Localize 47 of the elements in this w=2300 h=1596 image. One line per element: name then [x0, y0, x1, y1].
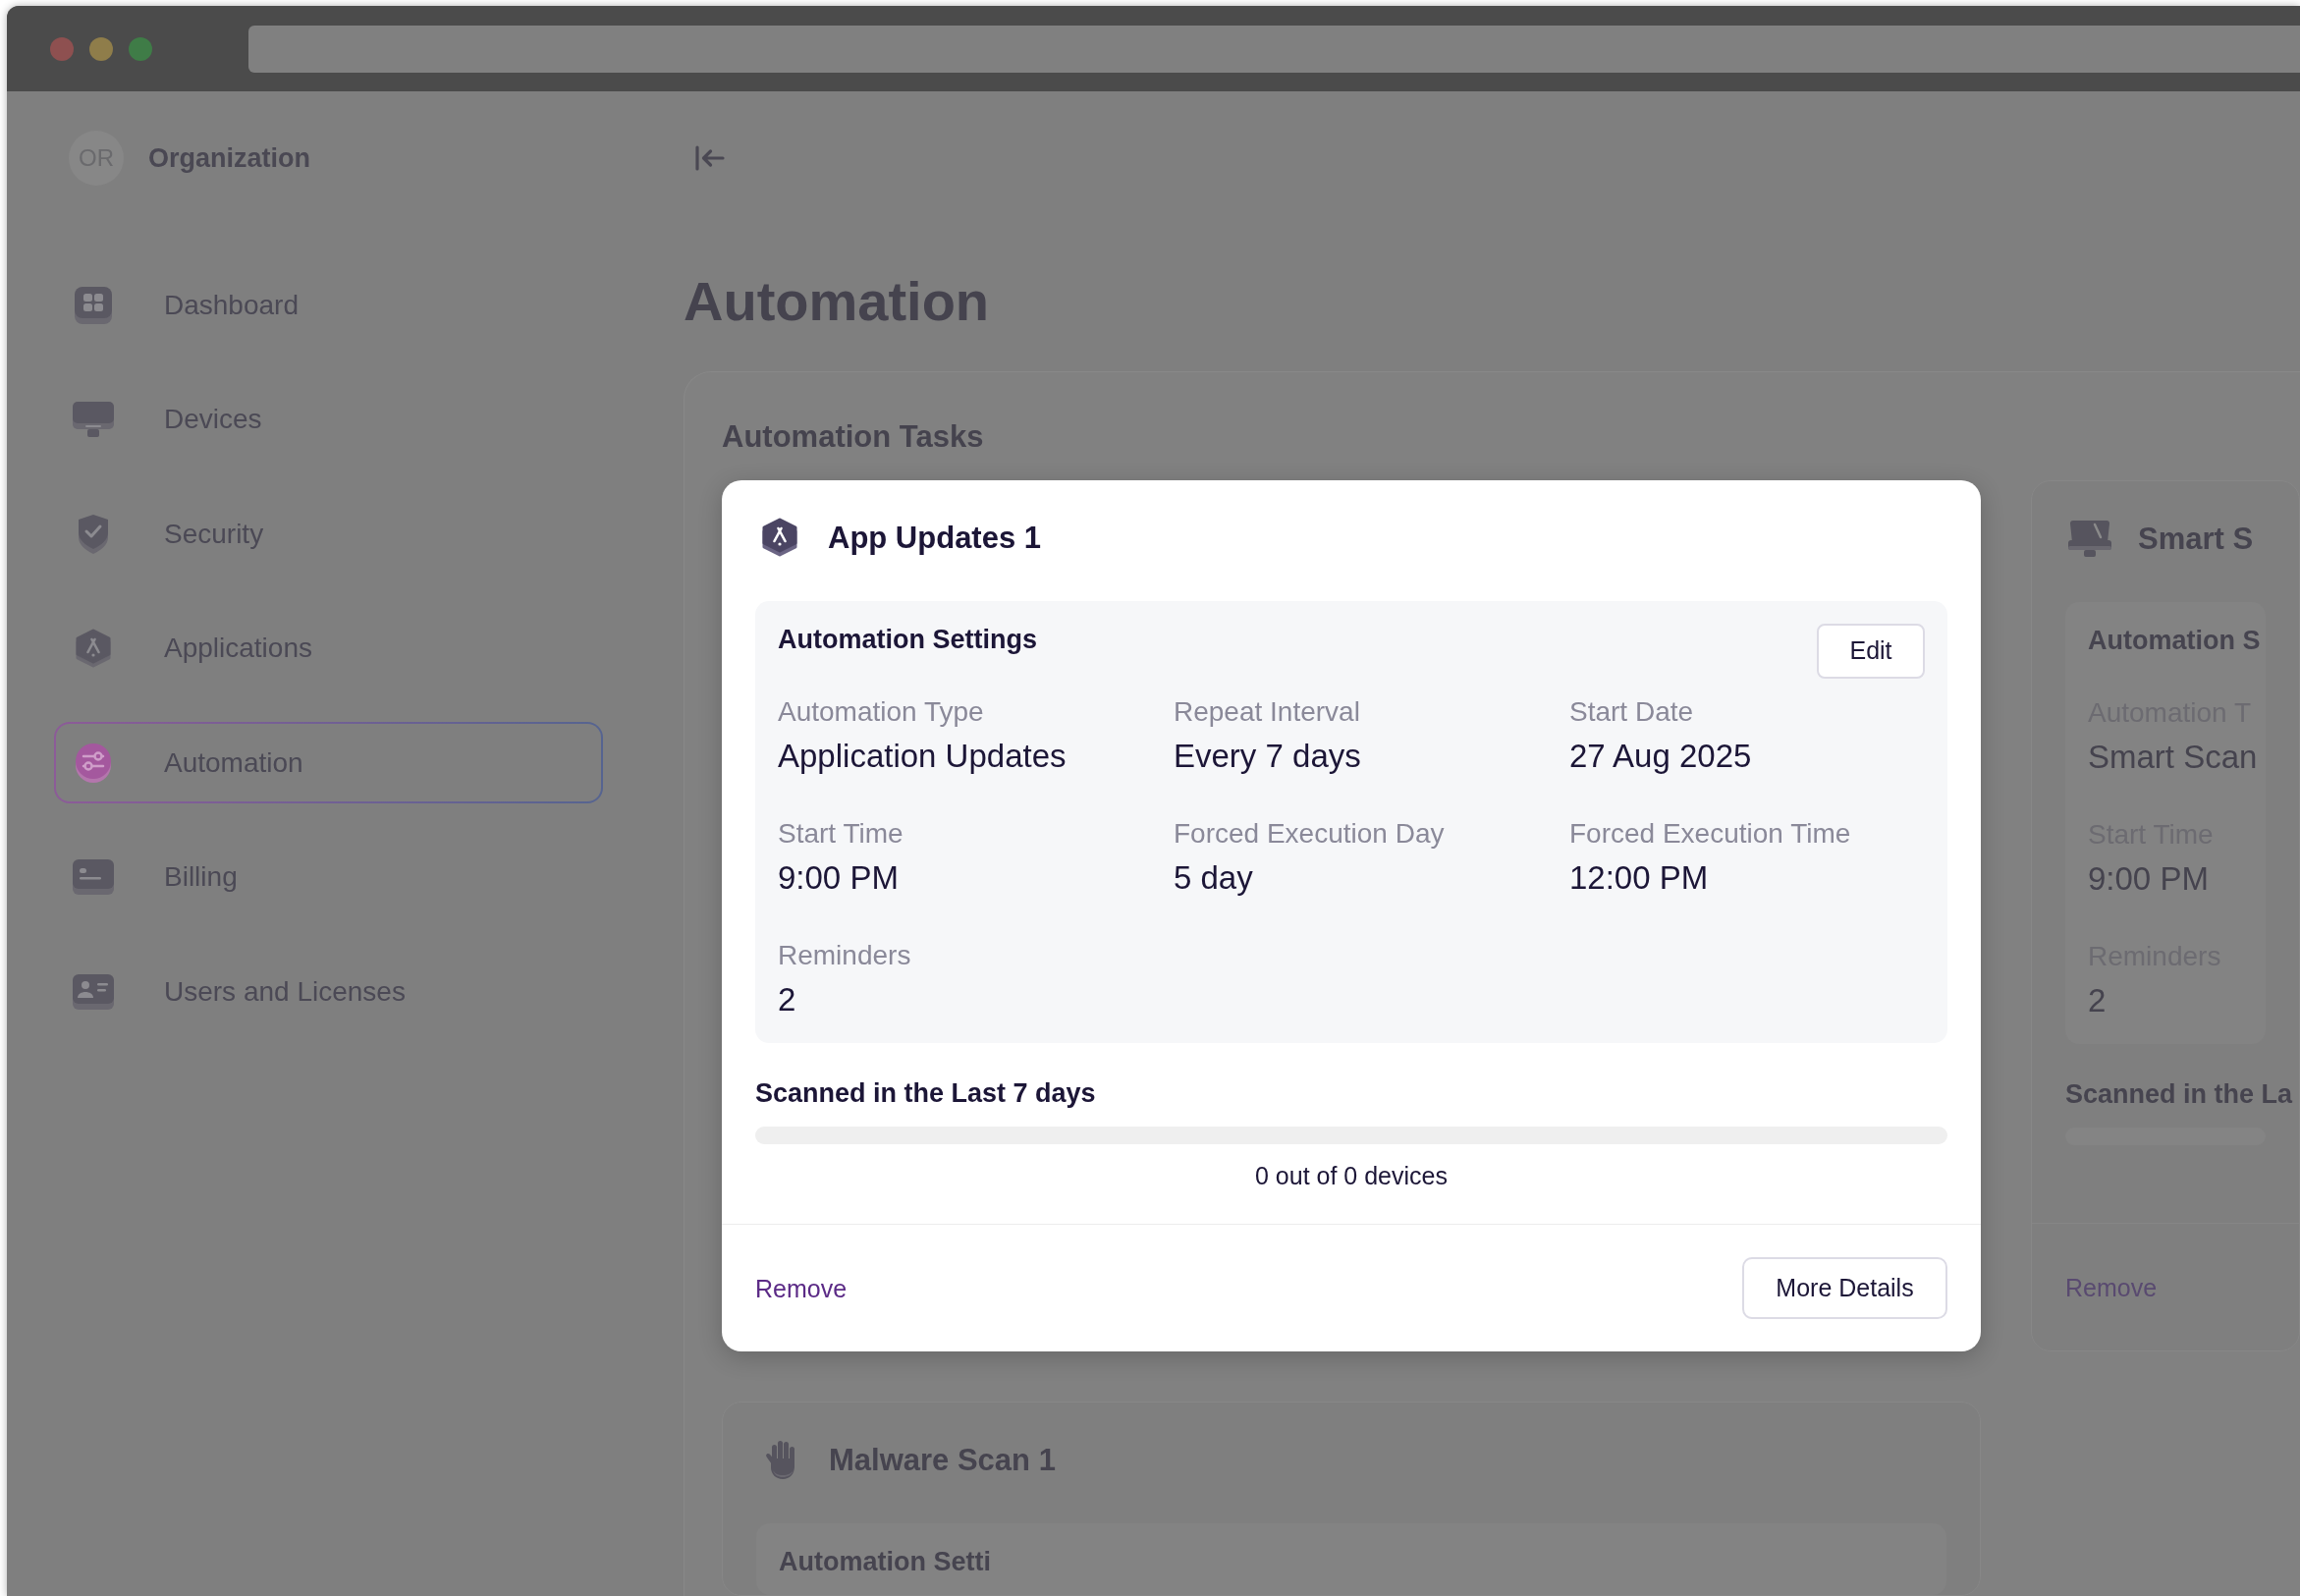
collapse-sidebar-icon[interactable] [695, 145, 725, 171]
field-value: 2 [778, 979, 796, 1019]
card-icon [73, 859, 114, 895]
task-title: Smart S [2138, 520, 2254, 557]
scan-title: Scanned in the Last 7 days [755, 1076, 1096, 1109]
field-value: 12:00 PM [1569, 857, 1709, 898]
hand-icon [764, 1440, 797, 1480]
sliders-icon [74, 743, 113, 783]
field-value: Every 7 days [1174, 736, 1361, 776]
monitor-icon [73, 402, 114, 437]
edit-button[interactable]: Edit [1817, 624, 1925, 679]
field-value: 9:00 PM [778, 857, 899, 898]
field-value: Smart Scan [2088, 737, 2258, 777]
id-card-icon [73, 973, 114, 1010]
settings-title: Automation Settings [778, 624, 1037, 655]
field-value: 5 day [1174, 857, 1253, 898]
section-heading: Automation Tasks [722, 418, 985, 455]
field-value: 27 Aug 2025 [1569, 736, 1752, 776]
device-count: 0 out of 0 devices [1255, 1161, 1448, 1191]
field-label: Start Date [1569, 694, 1694, 729]
field-label: Forced Execution Day [1174, 816, 1445, 851]
page-title: Automation [684, 268, 991, 334]
field-label: Start Time [778, 816, 904, 851]
remove-link[interactable]: Remove [755, 1273, 848, 1303]
org-name: Organization [148, 141, 310, 175]
shield-check-icon [77, 514, 110, 554]
settings-title: Automation Setti [779, 1546, 991, 1578]
task-title: Malware Scan 1 [829, 1441, 1056, 1478]
minimize-icon[interactable] [89, 36, 113, 61]
field-value: 2 [2088, 980, 2107, 1020]
field-label: Automation Type [778, 694, 984, 729]
field-value: 9:00 PM [2088, 858, 2209, 899]
field-label: Forced Execution Time [1569, 816, 1851, 851]
grid-icon [74, 286, 113, 324]
settings-title: Automation S [2088, 625, 2261, 656]
field-label: Reminders [778, 938, 911, 972]
close-icon[interactable] [50, 36, 74, 61]
field-value: Application Updates [778, 736, 1067, 776]
scan-title: Scanned in the La [2065, 1077, 2293, 1110]
more-details-button[interactable]: More Details [1742, 1257, 1947, 1320]
field-label: Repeat Interval [1174, 694, 1360, 729]
app-badge-icon [762, 518, 797, 557]
scanner-icon [2068, 520, 2111, 557]
maximize-icon[interactable] [129, 36, 152, 61]
task-title: App Updates 1 [828, 519, 1042, 556]
address-bar[interactable] [248, 25, 2300, 73]
app-badge-icon [76, 629, 111, 668]
